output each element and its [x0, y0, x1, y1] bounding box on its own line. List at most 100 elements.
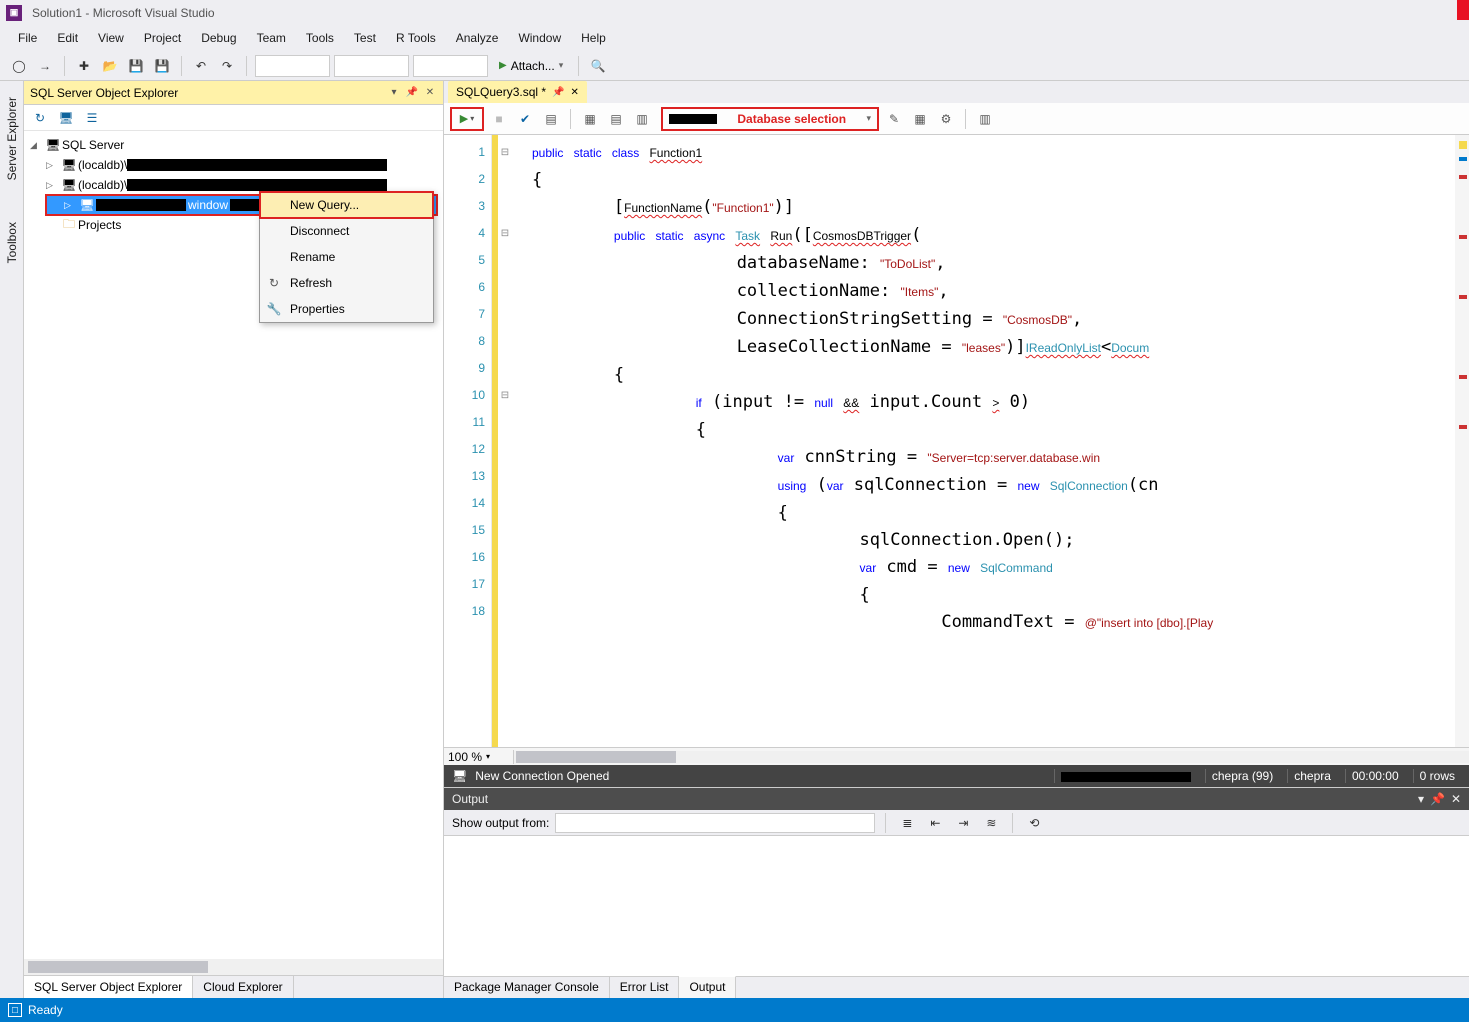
overview-ruler[interactable] [1455, 135, 1469, 747]
config-combo[interactable] [255, 55, 330, 77]
database-selection-combo[interactable]: Database selection ▾ [661, 107, 879, 131]
pin-icon[interactable]: 📌 [1430, 792, 1445, 806]
toolbar-button[interactable]: ▥ [974, 108, 996, 130]
menu-bar: FileEditViewProjectDebugTeamToolsTestR T… [0, 25, 1469, 51]
left-tab-well: Server Explorer Toolbox [0, 81, 24, 998]
feedback-icon[interactable]: ☐ [8, 1003, 22, 1017]
output-body[interactable] [444, 836, 1469, 976]
toolbar-button[interactable]: ▦ [909, 108, 931, 130]
find-button[interactable]: 🔍 [587, 55, 609, 77]
collapse-icon[interactable]: ◢ [30, 140, 44, 151]
cm-label: Refresh [290, 276, 332, 290]
code-editor[interactable]: 123456789101112131415161718 ⊟⊟⊟ public s… [444, 135, 1469, 747]
new-item-button[interactable]: ✚ [73, 55, 95, 77]
menu-r-tools[interactable]: R Tools [386, 27, 446, 49]
zoom-combo[interactable]: 100 %▾ [444, 750, 514, 764]
stop-button[interactable]: ■ [488, 108, 510, 130]
plan-button[interactable]: ▤ [540, 108, 562, 130]
open-button[interactable]: 📂 [99, 55, 121, 77]
expand-icon[interactable]: ▷ [64, 200, 78, 211]
pin-icon[interactable]: 📌 [405, 86, 419, 100]
close-icon[interactable]: ✕ [423, 86, 437, 100]
tab-cloud-explorer[interactable]: Cloud Explorer [193, 976, 293, 998]
editor-hscroll[interactable] [514, 751, 1469, 763]
save-button[interactable]: 💾 [125, 55, 147, 77]
target-combo[interactable] [413, 55, 488, 77]
output-wrap-button[interactable]: ≋ [980, 812, 1002, 834]
expand-icon[interactable]: ▷ [46, 180, 60, 191]
toolbar-button[interactable]: ⚙ [935, 108, 957, 130]
toolbar-button[interactable]: ✎ [883, 108, 905, 130]
document-tab[interactable]: SQLQuery3.sql * 📌 ✕ [448, 81, 587, 103]
close-icon[interactable]: ✕ [1451, 792, 1461, 806]
menu-debug[interactable]: Debug [191, 27, 246, 49]
server-explorer-tab[interactable]: Server Explorer [3, 91, 21, 186]
context-menu: New Query... Disconnect Rename ↻Refresh🔧Pro… [259, 191, 434, 323]
expand-icon[interactable]: ▷ [46, 160, 60, 171]
menu-help[interactable]: Help [571, 27, 616, 49]
explorer-tree[interactable]: ◢ 🖥 SQL Server ▷ 🖥 (localdb)\ ▷ 🖥 (local… [24, 131, 443, 959]
pin-icon[interactable]: 📌 [552, 87, 564, 98]
platform-combo[interactable] [334, 55, 409, 77]
code-content[interactable]: public static class Function1 { [Functio… [512, 135, 1455, 747]
refresh-icon[interactable]: ↻ [30, 108, 50, 128]
editor-area: SQLQuery3.sql * 📌 ✕ ▶ ▾ ■ ✔ ▤ ▦ ▤ ▥ Data… [444, 81, 1469, 998]
nav-fwd-button[interactable]: → [34, 55, 56, 77]
results-grid-button[interactable]: ▦ [579, 108, 601, 130]
context-refresh[interactable]: ↻Refresh [260, 270, 433, 296]
dropdown-icon[interactable]: ▾ [387, 86, 401, 100]
parse-button[interactable]: ✔ [514, 108, 536, 130]
group-icon[interactable]: ☰ [82, 108, 102, 128]
output-toggle-button[interactable]: ⟲ [1023, 812, 1045, 834]
sql-toolbar: ▶ ▾ ■ ✔ ▤ ▦ ▤ ▥ Database selection ▾ ✎ ▦… [444, 103, 1469, 135]
output-clear-button[interactable]: ≣ [896, 812, 918, 834]
toolbox-tab[interactable]: Toolbox [3, 216, 21, 269]
menu-file[interactable]: File [8, 27, 47, 49]
menu-window[interactable]: Window [508, 27, 571, 49]
tab-output[interactable]: Output [679, 976, 736, 998]
close-icon[interactable]: ✕ [571, 87, 579, 98]
menu-tools[interactable]: Tools [296, 27, 344, 49]
main-toolbar: ◯ → ✚ 📂 💾 💾 ↶ ↷ ▶ Attach... ▾ 🔍 [0, 51, 1469, 81]
fold-column[interactable]: ⊟⊟⊟ [498, 135, 512, 747]
projects-label: Projects [78, 218, 121, 232]
tab-package-manager-console[interactable]: Package Manager Console [444, 977, 610, 998]
cm-label: Rename [290, 250, 335, 264]
zoom-value: 100 % [448, 750, 482, 764]
output-indent-button[interactable]: ⇤ [924, 812, 946, 834]
menu-team[interactable]: Team [247, 27, 296, 49]
bottom-tabs: Package Manager ConsoleError ListOutput [444, 976, 1469, 998]
cm-label: New Query... [290, 198, 359, 212]
dropdown-icon[interactable]: ▾ [1418, 792, 1424, 806]
output-outdent-button[interactable]: ⇥ [952, 812, 974, 834]
context-rename[interactable]: Rename [260, 244, 433, 270]
explorer-hscroll[interactable] [24, 959, 443, 975]
menu-analyze[interactable]: Analyze [446, 27, 509, 49]
tree-node[interactable]: ▷ 🖥 (localdb)\ [24, 155, 443, 175]
save-all-button[interactable]: 💾 [151, 55, 173, 77]
context-properties[interactable]: 🔧Properties [260, 296, 433, 322]
tab-error-list[interactable]: Error List [610, 977, 680, 998]
tab-sql-explorer[interactable]: SQL Server Object Explorer [24, 976, 193, 998]
tree-root[interactable]: ◢ 🖥 SQL Server [24, 135, 443, 155]
undo-button[interactable]: ↶ [190, 55, 212, 77]
menu-project[interactable]: Project [134, 27, 191, 49]
menu-view[interactable]: View [88, 27, 134, 49]
add-server-icon[interactable]: 🖥 [56, 108, 76, 128]
context-new-query---[interactable]: New Query... [260, 192, 433, 218]
show-output-from-label: Show output from: [452, 816, 549, 830]
results-text-button[interactable]: ▤ [605, 108, 627, 130]
results-file-button[interactable]: ▥ [631, 108, 653, 130]
output-source-combo[interactable] [555, 813, 875, 833]
nav-back-button[interactable]: ◯ [8, 55, 30, 77]
menu-test[interactable]: Test [344, 27, 386, 49]
attach-button[interactable]: ▶ Attach... ▾ [492, 55, 570, 77]
menu-edit[interactable]: Edit [47, 27, 88, 49]
node-prefix: (localdb)\ [78, 178, 127, 192]
attach-label: Attach... [511, 59, 555, 73]
conn-time: 00:00:00 [1345, 769, 1405, 783]
redo-button[interactable]: ↷ [216, 55, 238, 77]
conn-user: chepra (99) [1205, 769, 1279, 783]
execute-button[interactable]: ▶ ▾ [450, 107, 484, 131]
context-disconnect[interactable]: Disconnect [260, 218, 433, 244]
